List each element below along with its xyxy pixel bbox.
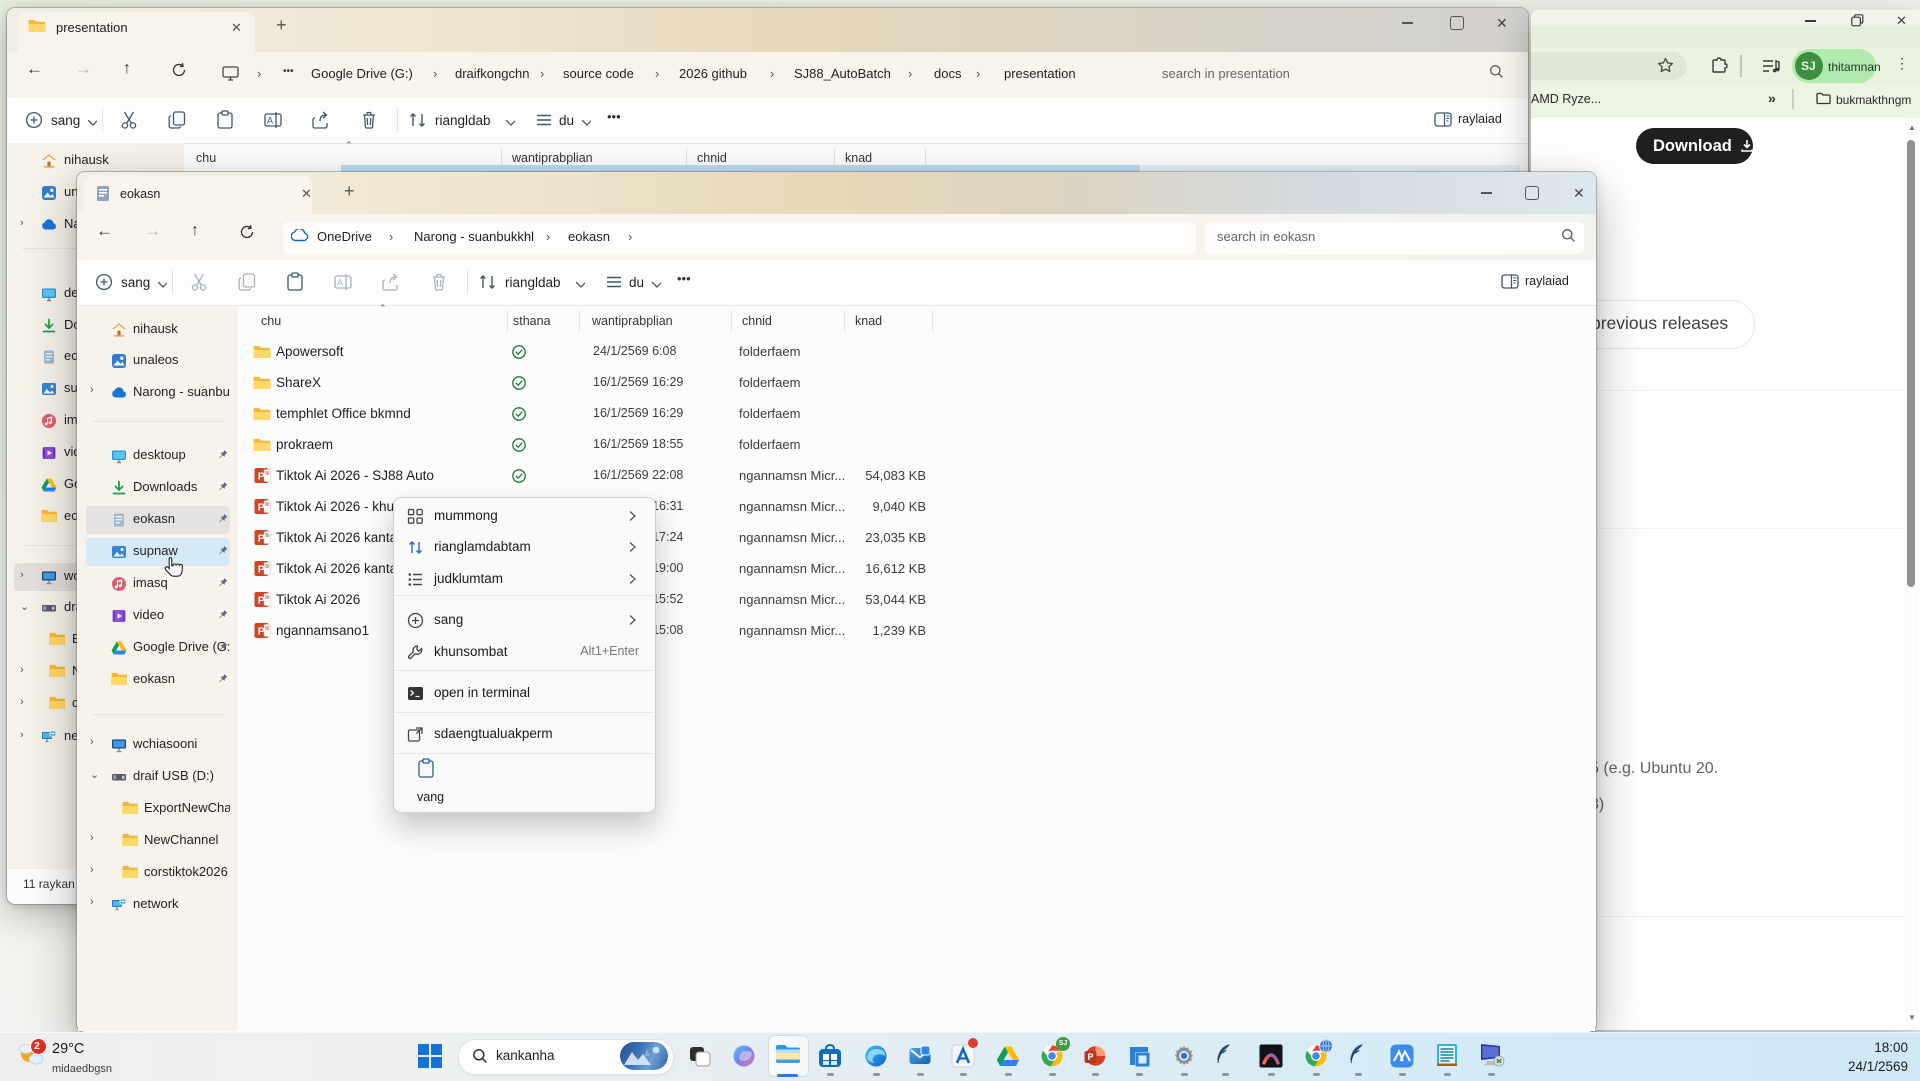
svg-text:P: P: [258, 502, 265, 514]
svg-text:P: P: [258, 626, 265, 638]
svg-text:A: A: [267, 116, 273, 126]
svg-text:P: P: [258, 471, 265, 483]
svg-text:P: P: [1087, 1052, 1093, 1062]
svg-text:P: P: [258, 533, 265, 545]
svg-text:P: P: [258, 595, 265, 607]
svg-text:P: P: [258, 564, 265, 576]
svg-text:A: A: [337, 278, 343, 288]
